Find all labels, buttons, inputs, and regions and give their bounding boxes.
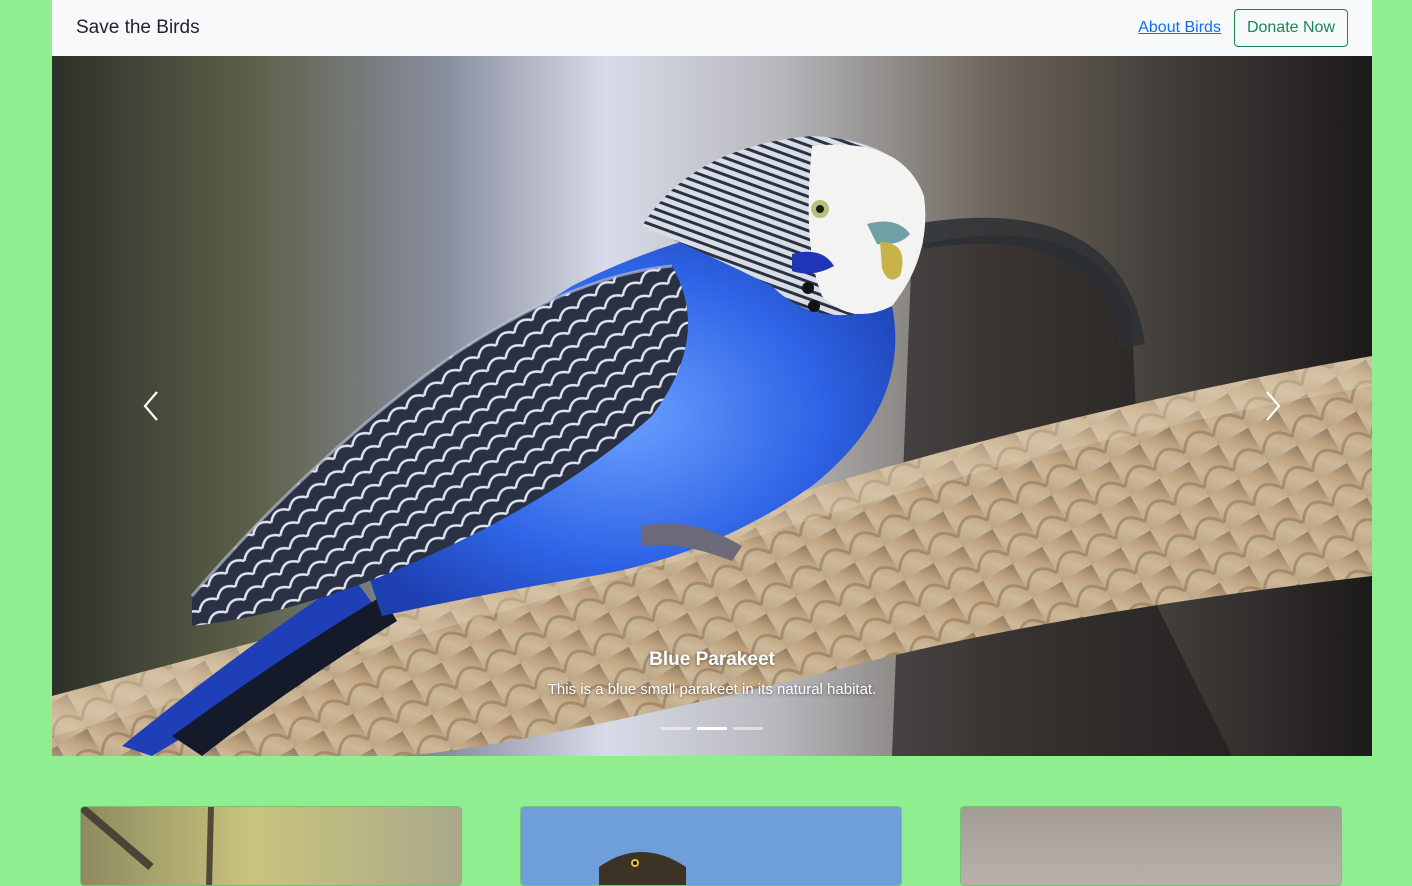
- caption-text: This is a blue small parakeet in its nat…: [547, 681, 877, 698]
- bird-cards-row: [80, 806, 1344, 886]
- carousel-indicators: [52, 727, 1372, 730]
- caption-title: Blue Parakeet: [649, 649, 775, 670]
- navbar: Save the Birds About Birds Donate Now: [52, 0, 1372, 56]
- bird-card-1[interactable]: [80, 806, 462, 886]
- bird-card-3[interactable]: [960, 806, 1342, 886]
- navbar-actions: About Birds Donate Now: [1138, 9, 1348, 47]
- carousel-indicator-3[interactable]: [733, 727, 763, 730]
- chevron-left-icon: [143, 391, 158, 421]
- donate-now-button[interactable]: Donate Now: [1233, 9, 1348, 47]
- carousel-indicator-1[interactable]: [661, 727, 691, 730]
- navbar-brand[interactable]: Save the Birds: [76, 17, 200, 39]
- bird-on-branch-photo: [81, 807, 461, 885]
- hawk-photo: [521, 807, 901, 885]
- bird-photo: [961, 807, 1341, 885]
- bird-card-2[interactable]: [520, 806, 902, 886]
- hero-carousel: Blue Parakeet This is a blue small parak…: [52, 56, 1372, 756]
- chevron-right-icon: [1266, 391, 1281, 421]
- carousel-indicator-2[interactable]: [697, 727, 727, 730]
- about-birds-link[interactable]: About Birds: [1138, 19, 1221, 37]
- carousel-caption: Blue Parakeet This is a blue small parak…: [52, 649, 1372, 698]
